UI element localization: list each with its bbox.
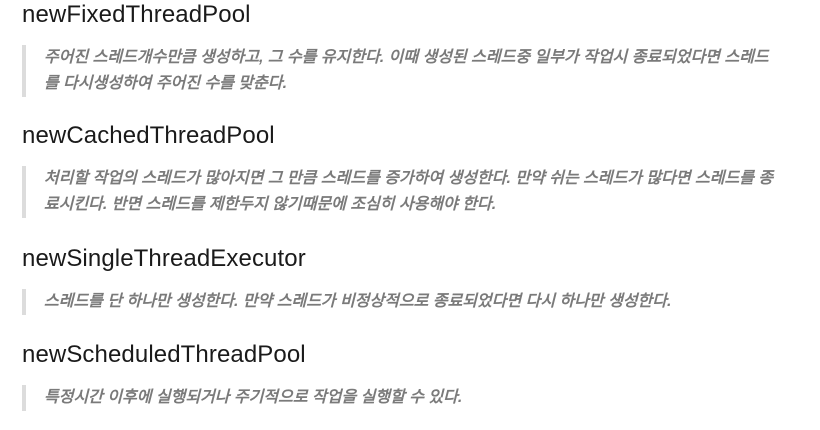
- section-heading: newScheduledThreadPool: [22, 341, 306, 368]
- section-description: 주어진 스레드개수만큼 생성하고, 그 수를 유지한다. 이때 생성된 스레드중…: [22, 45, 779, 97]
- section-description: 특정시간 이후에 실행되거나 주기적으로 작업을 실행할 수 있다.: [22, 385, 462, 411]
- section-new-scheduled-thread-pool: newScheduledThreadPool 특정시간 이후에 실행되거나 주기…: [22, 340, 462, 411]
- section-new-cached-thread-pool: newCachedThreadPool 처리할 작업의 스레드가 많아지면 그 …: [22, 121, 779, 218]
- section-heading: newFixedThreadPool: [22, 1, 251, 28]
- section-heading: newCachedThreadPool: [22, 122, 275, 149]
- section-new-single-thread-executor: newSingleThreadExecutor 스레드를 단 하나만 생성한다.…: [22, 244, 671, 315]
- section-new-fixed-thread-pool: newFixedThreadPool 주어진 스레드개수만큼 생성하고, 그 수…: [22, 0, 779, 97]
- section-heading: newSingleThreadExecutor: [22, 245, 306, 272]
- section-description: 처리할 작업의 스레드가 많아지면 그 만큼 스레드를 증가하여 생성한다. 만…: [22, 166, 779, 218]
- section-description: 스레드를 단 하나만 생성한다. 만약 스레드가 비정상적으로 종료되었다면 다…: [22, 289, 671, 315]
